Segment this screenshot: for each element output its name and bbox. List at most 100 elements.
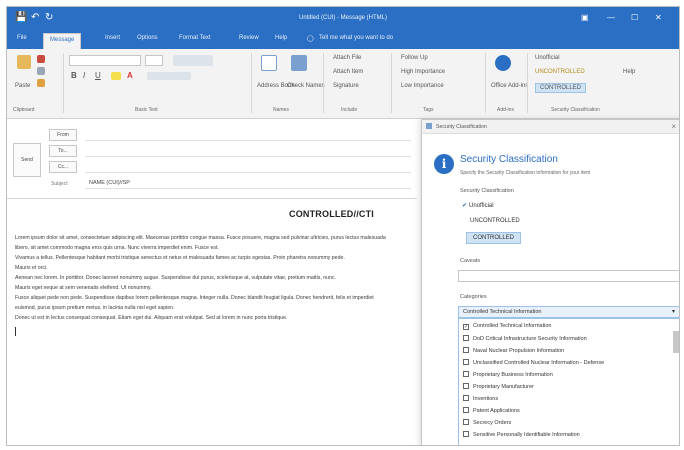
to-button[interactable]: To... — [49, 145, 77, 157]
from-field[interactable] — [85, 129, 411, 141]
ribbon: Paste Clipboard B I U A Basic Text Addre… — [7, 49, 679, 119]
option-unclassified[interactable]: UNCONTROLLED — [470, 218, 520, 224]
checkbox[interactable] — [463, 347, 469, 353]
include-group-label: Include — [341, 107, 358, 113]
security-group-label: Security Classification — [551, 107, 600, 113]
close-icon[interactable]: ✕ — [655, 14, 662, 22]
tab-insert[interactable]: Insert — [105, 35, 120, 41]
unofficial-button[interactable]: Unofficial — [535, 55, 560, 61]
italic-icon[interactable]: I — [83, 71, 85, 80]
security-classification-panel: Security Classification × i Security Cla… — [421, 119, 679, 445]
divider — [63, 53, 64, 113]
attach-item-button[interactable]: Attach Item — [333, 69, 363, 75]
unclassified-button[interactable]: UNCONTROLLED — [535, 69, 585, 75]
tab-options[interactable]: Options — [137, 35, 158, 41]
classification-label: Security Classification — [460, 188, 514, 194]
checkbox[interactable] — [463, 383, 469, 389]
format-painter-icon[interactable] — [37, 79, 45, 87]
category-option[interactable]: Unclassified Controlled Nuclear Informat… — [463, 359, 604, 366]
checkbox[interactable]: ✓ — [463, 324, 469, 330]
highlight-icon[interactable] — [111, 72, 121, 80]
font-family-select[interactable] — [69, 55, 141, 66]
controlled-button[interactable]: CONTROLLED — [535, 83, 587, 93]
category-option[interactable]: Naval Nuclear Propulsion Information — [463, 347, 564, 354]
office-addins-label: Office Add-ins — [491, 83, 529, 89]
font-size-select[interactable] — [145, 55, 163, 66]
category-option[interactable]: ✓ Controlled Technical Information — [463, 323, 551, 330]
clipboard-group-label: Clipboard — [13, 107, 35, 113]
body-line: libero, sit amet commodo magna eros quis… — [15, 245, 219, 251]
checkbox[interactable] — [463, 335, 469, 341]
document-title: CONTROLLED//CTI — [289, 209, 374, 219]
panel-subtitle: Specify the Security Classification info… — [460, 170, 591, 176]
alignment-icon[interactable] — [147, 72, 191, 80]
to-field[interactable] — [85, 145, 411, 157]
tab-message[interactable]: Message — [43, 33, 82, 49]
message-body[interactable]: CONTROLLED//CTI Lorem ipsum dolor sit am… — [7, 199, 417, 445]
ribbon-tabs: File Message Insert Options Format Text … — [7, 31, 679, 49]
categories-dropdown[interactable]: Controlled Technical Information ▾ — [458, 306, 679, 318]
category-option[interactable]: Inventions — [463, 395, 498, 402]
category-option[interactable]: Patent Applications — [463, 407, 520, 414]
checkbox[interactable] — [463, 359, 469, 365]
option-unofficial[interactable]: ✔ Unofficial — [462, 202, 494, 209]
follow-up-button[interactable]: Follow Up — [401, 55, 428, 61]
option-controlled[interactable]: CONTROLLED — [466, 232, 522, 244]
body-line: Lorem ipsum dolor sit amet, consectetuer… — [15, 235, 386, 241]
minimize-icon[interactable]: — — [607, 14, 615, 22]
outlook-window: 💾 ↶ ↻ Untitled (CUI) - Message (HTML) ▣ … — [6, 6, 680, 446]
panel-header-title: Security Classification — [436, 124, 487, 130]
ribbon-display-icon[interactable]: ▣ — [581, 14, 589, 22]
category-option[interactable]: Secrecy Orders — [463, 419, 511, 426]
attach-file-button[interactable]: Attach File — [333, 55, 361, 61]
caveats-label: Caveats — [460, 258, 481, 264]
maximize-icon[interactable]: ☐ — [631, 14, 638, 22]
checkbox[interactable] — [463, 371, 469, 377]
cc-field[interactable] — [85, 161, 411, 173]
copy-icon[interactable] — [37, 67, 45, 75]
list-icon[interactable] — [173, 55, 213, 66]
tab-format-text[interactable]: Format Text — [179, 35, 211, 41]
checkbox[interactable] — [463, 407, 469, 413]
category-option[interactable]: Sensitive Personally Identifiable Inform… — [463, 431, 580, 438]
category-option[interactable]: Proprietary Manufacturer — [463, 383, 534, 390]
basic-text-group-label: Basic Text — [135, 107, 158, 113]
caveats-input[interactable] — [458, 270, 679, 282]
subject-value: NAME (CUI)//SP — [89, 180, 130, 186]
high-importance-button[interactable]: High Importance — [401, 69, 445, 75]
font-color-icon[interactable]: A — [127, 71, 133, 80]
from-button[interactable]: From — [49, 129, 77, 141]
bold-icon[interactable]: B — [71, 71, 77, 80]
categories-label: Categories — [460, 294, 487, 300]
help-button[interactable]: Help — [623, 69, 635, 75]
checkbox[interactable] — [463, 431, 469, 437]
text-cursor — [15, 327, 16, 336]
body-line: Mauris et orci. — [15, 265, 48, 271]
categories-list: ✓ Controlled Technical Information DoD Cr… — [458, 318, 679, 445]
send-button[interactable]: Send — [13, 143, 41, 177]
checkbox[interactable] — [463, 395, 469, 401]
signature-button[interactable]: Signature — [333, 83, 359, 89]
checkbox[interactable] — [463, 419, 469, 425]
cut-icon[interactable] — [37, 55, 45, 63]
subject-field[interactable]: NAME (CUI)//SP — [85, 177, 411, 189]
tab-help[interactable]: Help — [275, 35, 287, 41]
paste-icon[interactable] — [17, 55, 31, 69]
body-line: Aenean nec lorem. In porttitor. Donec la… — [15, 275, 336, 281]
body-line: Fusce aliquet pede non pede. Suspendisse… — [15, 295, 374, 301]
tab-review[interactable]: Review — [239, 35, 259, 41]
tab-file[interactable]: File — [17, 35, 27, 41]
underline-icon[interactable]: U — [95, 71, 101, 80]
low-importance-button[interactable]: Low Importance — [401, 83, 444, 89]
tell-me-search[interactable]: Tell me what you want to do — [319, 35, 393, 41]
office-addins-icon[interactable] — [495, 55, 511, 71]
address-book-icon[interactable] — [261, 55, 277, 71]
scrollbar[interactable] — [673, 331, 679, 353]
check-names-icon[interactable] — [291, 55, 307, 71]
cc-button[interactable]: Cc... — [49, 161, 77, 173]
divider — [485, 53, 486, 113]
body-line: Mauris eget neque at sem venenatis eleif… — [15, 285, 152, 291]
close-icon[interactable]: × — [671, 122, 676, 131]
category-option[interactable]: Proprietary Business Information — [463, 371, 553, 378]
category-option[interactable]: DoD Critical Infrastructure Security Inf… — [463, 335, 587, 342]
